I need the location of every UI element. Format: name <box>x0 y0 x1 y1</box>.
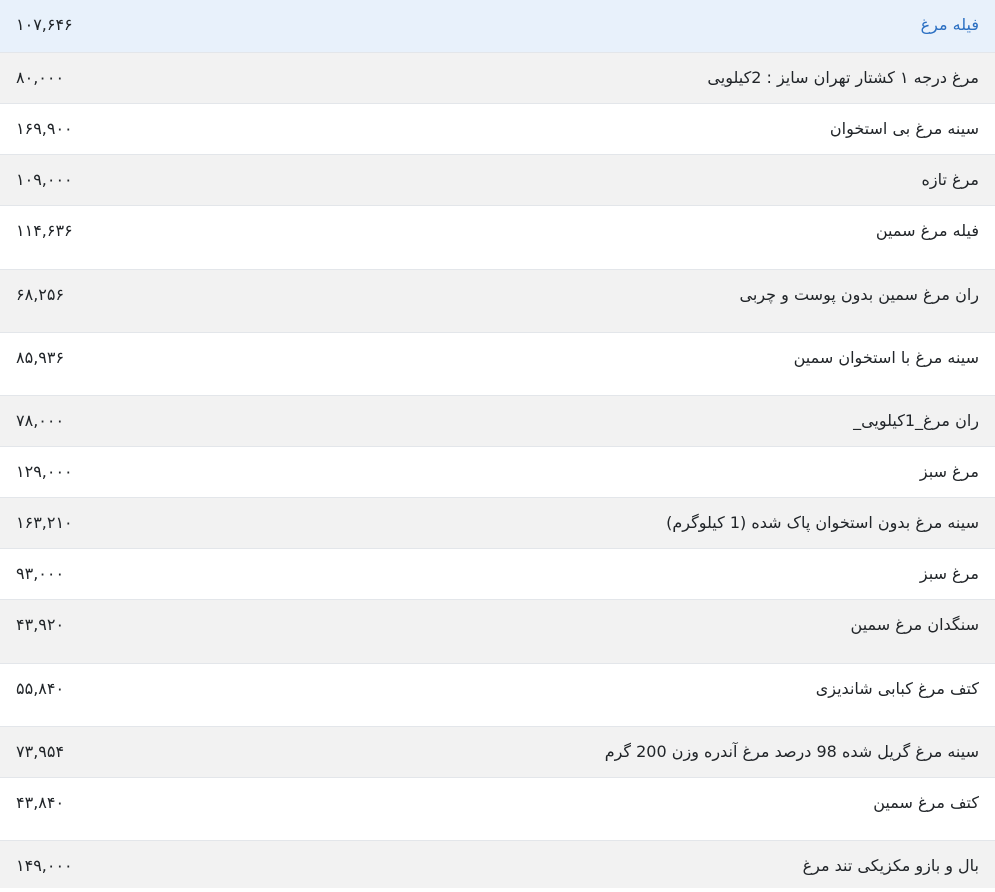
product-name-link[interactable]: بال و بازو مکزیکی تند مرغ <box>232 839 995 888</box>
table-row[interactable]: بال و بازو مکزیکی تند مرغ ۱۴۹,۰۰۰ <box>0 839 995 888</box>
product-price: ۸۵,۹۳۶ <box>0 331 232 395</box>
table-row[interactable]: مرغ سبز ۱۲۹,۰۰۰ <box>0 445 995 497</box>
product-price: ۱۶۳,۲۱۰ <box>0 496 232 548</box>
product-price: ۷۳,۹۵۴ <box>0 725 232 777</box>
table-row[interactable]: ران مرغ سمین بدون پوست و چربی ۶۸,۲۵۶ <box>0 268 995 332</box>
product-name-link[interactable]: فیله مرغ سمین <box>232 204 995 269</box>
product-price: ۴۳,۸۴۰ <box>0 776 232 840</box>
product-name-link[interactable]: مرغ درجه ۱ کشتار تهران سایز : 2کیلویی <box>232 51 995 103</box>
product-name-link[interactable]: کتف مرغ کبابی شاندیزی <box>232 662 995 726</box>
product-price: ۱۶۹,۹۰۰ <box>0 102 232 154</box>
price-table: فیله مرغ ۱۰۷,۶۴۶ مرغ درجه ۱ کشتار تهران … <box>0 0 995 888</box>
product-name-link[interactable]: سینه مرغ بی استخوان <box>232 102 995 154</box>
product-name-link[interactable]: مرغ تازه <box>232 153 995 205</box>
table-row[interactable]: کتف مرغ سمین ۴۳,۸۴۰ <box>0 776 995 840</box>
product-name-link[interactable]: ران مرغ سمین بدون پوست و چربی <box>232 268 995 332</box>
product-name-link[interactable]: سینه مرغ گریل شده 98 درصد مرغ آندره وزن … <box>232 725 995 777</box>
table-row[interactable]: مرغ سبز ۹۳,۰۰۰ <box>0 547 995 599</box>
product-price: ۱۰۹,۰۰۰ <box>0 153 232 205</box>
table-row[interactable]: سینه مرغ بدون استخوان پاک شده (1 کیلوگرم… <box>0 496 995 548</box>
product-name-link[interactable]: کتف مرغ سمین <box>232 776 995 840</box>
product-price: ۱۱۴,۶۳۶ <box>0 204 232 269</box>
product-name-link[interactable]: مرغ سبز <box>232 547 995 599</box>
product-price: ۵۵,۸۴۰ <box>0 662 232 726</box>
table-row[interactable]: فیله مرغ سمین ۱۱۴,۶۳۶ <box>0 204 995 269</box>
table-row[interactable]: فیله مرغ ۱۰۷,۶۴۶ <box>0 0 995 52</box>
product-name-link[interactable]: ران مرغ_1کیلویی_ <box>232 394 995 446</box>
table-row[interactable]: کتف مرغ کبابی شاندیزی ۵۵,۸۴۰ <box>0 662 995 726</box>
table-row[interactable]: مرغ درجه ۱ کشتار تهران سایز : 2کیلویی ۸۰… <box>0 51 995 103</box>
product-price: ۱۴۹,۰۰۰ <box>0 839 232 888</box>
product-price: ۱۲۹,۰۰۰ <box>0 445 232 497</box>
table-row[interactable]: مرغ تازه ۱۰۹,۰۰۰ <box>0 153 995 205</box>
product-name-link[interactable]: سینه مرغ با استخوان سمین <box>232 331 995 395</box>
product-name-link[interactable]: فیله مرغ <box>232 0 995 52</box>
product-name-link[interactable]: سنگدان مرغ سمین <box>232 598 995 663</box>
table-row[interactable]: ران مرغ_1کیلویی_ ۷۸,۰۰۰ <box>0 394 995 446</box>
product-name-link[interactable]: مرغ سبز <box>232 445 995 497</box>
product-price: ۶۸,۲۵۶ <box>0 268 232 332</box>
table-row[interactable]: سینه مرغ گریل شده 98 درصد مرغ آندره وزن … <box>0 725 995 777</box>
table-row[interactable]: سنگدان مرغ سمین ۴۳,۹۲۰ <box>0 598 995 663</box>
product-price: ۹۳,۰۰۰ <box>0 547 232 599</box>
product-name-link[interactable]: سینه مرغ بدون استخوان پاک شده (1 کیلوگرم… <box>232 496 995 548</box>
product-price: ۸۰,۰۰۰ <box>0 51 232 103</box>
product-price: ۴۳,۹۲۰ <box>0 598 232 663</box>
table-row[interactable]: سینه مرغ بی استخوان ۱۶۹,۹۰۰ <box>0 102 995 154</box>
product-price: ۱۰۷,۶۴۶ <box>0 0 232 52</box>
product-price: ۷۸,۰۰۰ <box>0 394 232 446</box>
table-row[interactable]: سینه مرغ با استخوان سمین ۸۵,۹۳۶ <box>0 331 995 395</box>
